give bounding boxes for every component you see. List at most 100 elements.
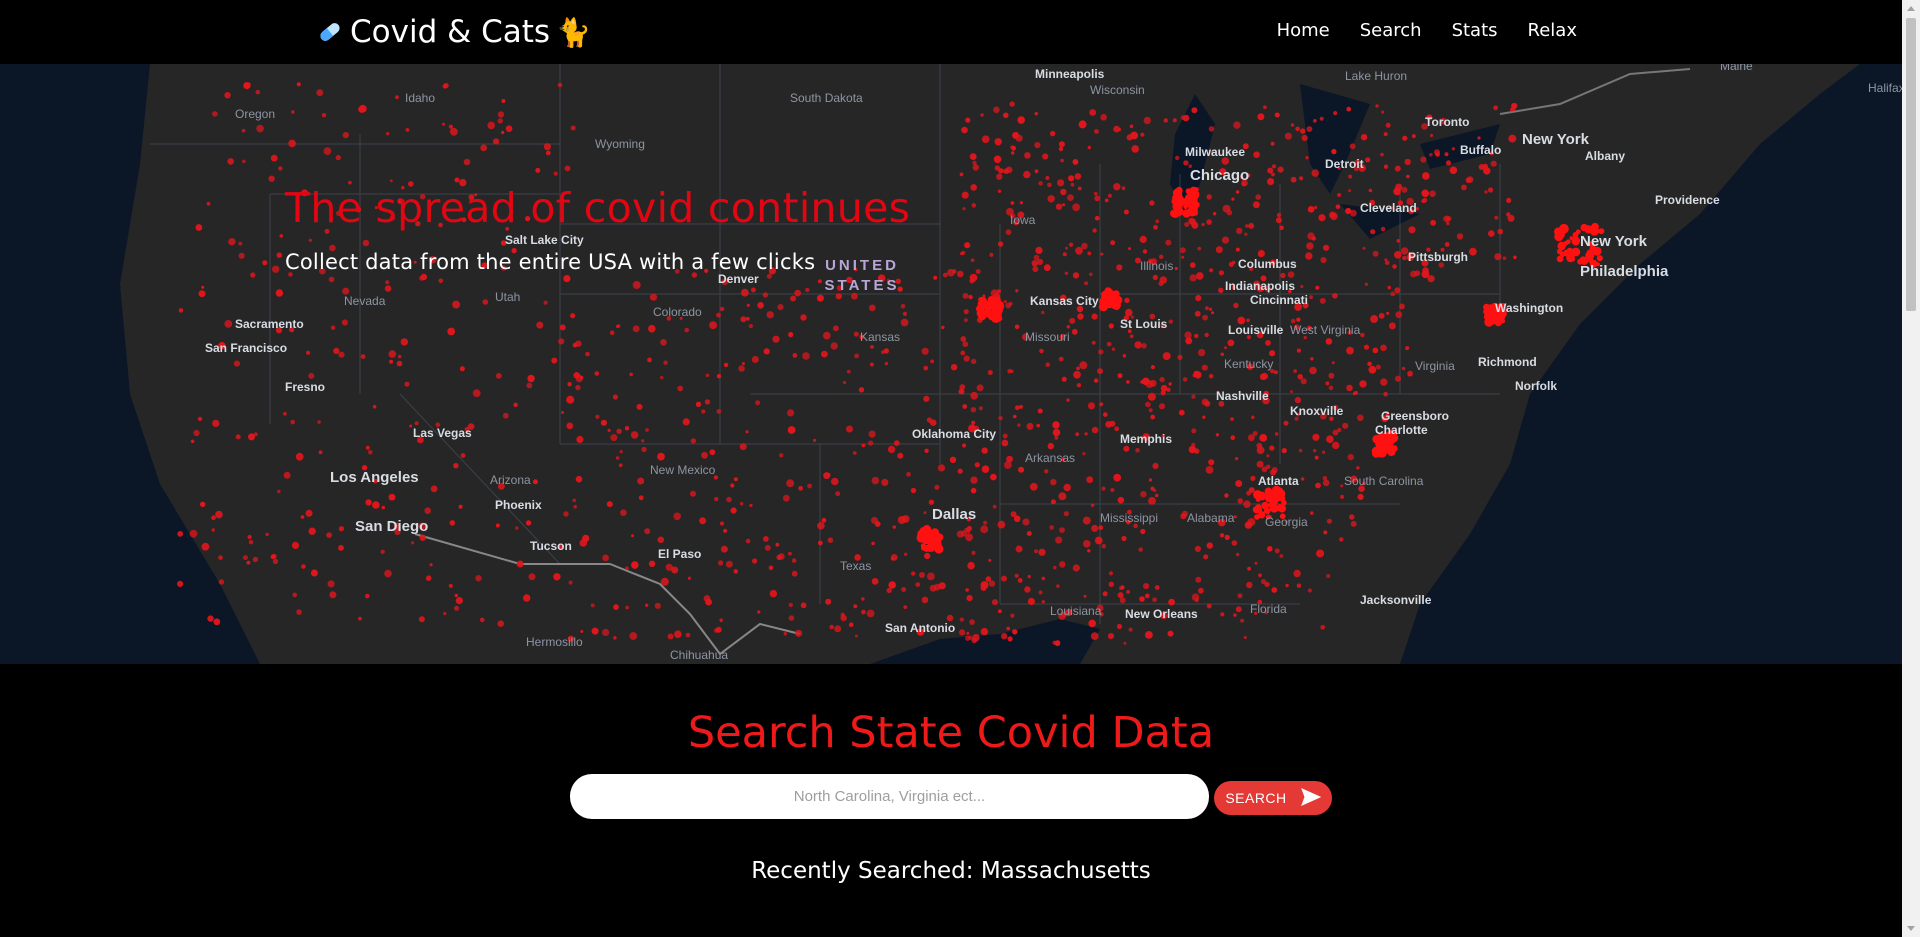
nav-relax-link[interactable]: Relax	[1528, 20, 1577, 41]
map-label: Texas	[840, 559, 871, 573]
map-label: San Diego	[355, 518, 428, 535]
map-label: Pittsburgh	[1408, 250, 1468, 264]
hero-title: The spread of covid continues	[285, 184, 911, 232]
map-label: El Paso	[658, 547, 701, 561]
search-button[interactable]: SEARCH	[1214, 781, 1332, 815]
scroll-thumb[interactable]	[1906, 18, 1916, 311]
map-label: Hermosillo	[526, 635, 583, 649]
search-section-title: Search State Covid Data	[687, 708, 1215, 758]
map-label: Charlotte	[1375, 423, 1428, 437]
map-label: Cleveland	[1360, 201, 1417, 215]
top-navbar: Covid & Cats 🐈 Home Search Stats Relax	[0, 0, 1902, 64]
map-label: Detroit	[1325, 157, 1364, 171]
brand-name: Covid & Cats	[350, 14, 551, 50]
map-label: Toronto	[1425, 115, 1469, 129]
map-label: St Louis	[1120, 317, 1168, 331]
map-label: Kentucky	[1224, 357, 1273, 371]
map-country-label-2: STATES	[825, 277, 900, 294]
map-label: West Virginia	[1290, 323, 1361, 337]
map-label: Fresno	[285, 380, 325, 394]
map-label: Indianapolis	[1225, 279, 1295, 293]
map-label: New York	[1580, 233, 1648, 250]
map-label: San Antonio	[885, 621, 955, 635]
map-label: New York	[1522, 131, 1590, 148]
map-label: Oklahoma City	[912, 427, 996, 441]
map-label: Iowa	[1010, 213, 1036, 227]
map-label: Wisconsin	[1090, 83, 1145, 97]
map-label: Washington	[1495, 301, 1563, 315]
map-label: Atlanta	[1258, 474, 1299, 488]
map-label: Buffalo	[1460, 143, 1501, 157]
brand-logo[interactable]: Covid & Cats 🐈	[316, 14, 591, 50]
map-label: Florida	[1250, 602, 1287, 616]
scroll-up-arrow-icon[interactable]	[1907, 6, 1915, 11]
main-nav: Home Search Stats Relax	[1277, 20, 1577, 41]
map-label: Maine	[1720, 64, 1753, 73]
map-label: Utah	[495, 290, 520, 304]
map-label: South Carolina	[1344, 474, 1424, 488]
map-label: Salt Lake City	[505, 233, 584, 247]
map-label: Nashville	[1216, 389, 1269, 403]
map-label: Illinois	[1140, 259, 1173, 273]
map-label: Cincinnati	[1250, 293, 1308, 307]
map-label: Norfolk	[1515, 379, 1557, 393]
nav-home-link[interactable]: Home	[1277, 20, 1330, 41]
map-label: Milwaukee	[1185, 145, 1245, 159]
hero-map-section: Minneapolis Wisconsin South Dakota Idaho Ore…	[0, 64, 1902, 664]
map-label: Providence	[1655, 193, 1720, 207]
map-label: Columbus	[1238, 257, 1297, 271]
map-label: Colorado	[653, 305, 702, 319]
map-label: Arkansas	[1025, 451, 1075, 465]
cat-icon: 🐈	[556, 15, 591, 49]
state-search-input[interactable]	[570, 774, 1209, 819]
map-label: Oregon	[235, 107, 275, 121]
map-label: Tucson	[530, 539, 572, 553]
map-label: Richmond	[1478, 355, 1537, 369]
map-label: Lake Huron	[1345, 69, 1407, 83]
map-label: Halifax	[1868, 81, 1902, 95]
map-label: Louisville	[1228, 323, 1284, 337]
map-label: Denver	[718, 272, 759, 286]
search-section: Search State Covid Data SEARCH Recently …	[0, 664, 1902, 937]
map-label: Chicago	[1190, 167, 1249, 184]
send-icon	[1300, 787, 1321, 809]
map-label: Wyoming	[595, 137, 645, 151]
map-label: Missouri	[1025, 330, 1070, 344]
map-label: Nevada	[344, 294, 386, 308]
page-scrollbar[interactable]	[1902, 0, 1920, 937]
map-label: Kansas	[860, 330, 900, 344]
map-label: Mississippi	[1100, 511, 1158, 525]
pill-icon	[316, 18, 344, 46]
map-label: Knoxville	[1290, 404, 1344, 418]
map-label: Georgia	[1265, 515, 1308, 529]
map-label: Chihuahua	[670, 648, 728, 662]
map-label: Minneapolis	[1035, 67, 1105, 81]
map-label: Albany	[1585, 149, 1625, 163]
map-label: Los Angeles	[330, 469, 419, 486]
search-button-label: SEARCH	[1225, 790, 1287, 806]
map-label: Philadelphia	[1580, 263, 1669, 280]
nav-search-link[interactable]: Search	[1360, 20, 1422, 41]
map-label: Dallas	[932, 506, 976, 523]
map-country-label-1: UNITED	[825, 257, 899, 274]
map-label: Greensboro	[1381, 409, 1449, 423]
map-label: Memphis	[1120, 432, 1172, 446]
map-label: Las Vegas	[413, 426, 472, 440]
covid-spread-map: Minneapolis Wisconsin South Dakota Idaho Ore…	[0, 64, 1902, 664]
scroll-down-arrow-icon[interactable]	[1907, 926, 1915, 931]
map-label: Jacksonville	[1360, 593, 1432, 607]
map-label: Alabama	[1187, 511, 1235, 525]
map-label: Phoenix	[495, 498, 542, 512]
map-label: Arizona	[490, 473, 531, 487]
map-label: Idaho	[405, 91, 435, 105]
recently-searched-text: Recently Searched: Massachusetts	[751, 858, 1151, 884]
nav-stats-link[interactable]: Stats	[1452, 20, 1498, 41]
hero-subtitle: Collect data from the entire USA with a …	[285, 250, 816, 274]
map-label: New Mexico	[650, 463, 716, 477]
map-label: Virginia	[1415, 359, 1455, 373]
map-label: Sacramento	[235, 317, 304, 331]
map-label: San Francisco	[205, 341, 287, 355]
map-label: Louisiana	[1050, 604, 1102, 618]
map-label: New Orleans	[1125, 607, 1198, 621]
map-label: South Dakota	[790, 91, 863, 105]
